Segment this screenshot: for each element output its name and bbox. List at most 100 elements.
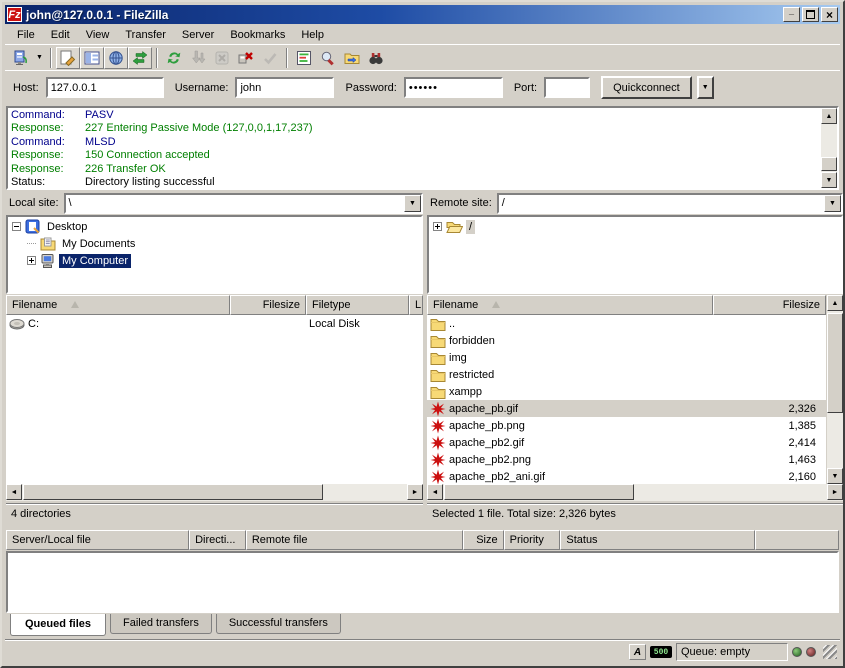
tab-successful-transfers[interactable]: Successful transfers — [216, 614, 341, 634]
local-site-combo[interactable]: \ — [64, 193, 423, 214]
file-row[interactable]: xampp — [427, 383, 826, 400]
column-header-filesize[interactable]: Filesize — [230, 295, 306, 315]
remote-list-hscrollbar[interactable] — [427, 484, 843, 501]
scroll-right-icon[interactable] — [827, 484, 843, 500]
computer-icon — [40, 253, 56, 269]
tree-item[interactable]: My Documents — [8, 235, 421, 252]
tree-item[interactable]: My Computer — [8, 252, 421, 269]
queue-column-priority[interactable]: Priority — [504, 530, 561, 550]
remote-site-combo[interactable]: / — [497, 193, 843, 214]
port-input[interactable] — [544, 77, 590, 98]
expander-plus-icon[interactable] — [27, 256, 36, 265]
cancel-button[interactable] — [210, 47, 234, 69]
close-button[interactable] — [821, 7, 838, 22]
file-row[interactable]: apache_pb2_ani.gif2,160 — [427, 468, 826, 484]
tab-queued-files[interactable]: Queued files — [10, 614, 106, 636]
disconnect-button[interactable] — [234, 47, 258, 69]
tree-item[interactable]: / — [429, 218, 841, 235]
menu-bookmarks[interactable]: Bookmarks — [222, 27, 293, 43]
queue-column-remote-file[interactable]: Remote file — [246, 530, 463, 550]
file-row[interactable]: apache_pb.png1,385 — [427, 417, 826, 434]
tree-item[interactable]: Desktop — [8, 218, 421, 235]
file-name: img — [449, 352, 467, 364]
queue-column-size[interactable]: Size — [463, 530, 504, 550]
queue-column-server-local-file[interactable]: Server/Local file — [6, 530, 189, 550]
process-queue-button[interactable] — [186, 47, 210, 69]
scroll-up-icon[interactable] — [821, 108, 837, 124]
remote-list-vscrollbar[interactable] — [827, 295, 843, 484]
file-row[interactable]: apache_pb2.png1,463 — [427, 451, 826, 468]
ok-button[interactable] — [258, 47, 282, 69]
scroll-left-icon[interactable] — [427, 484, 443, 500]
column-header-filename[interactable]: Filename — [427, 295, 713, 315]
toggle-local-tree-button[interactable] — [80, 47, 104, 69]
image-file-icon — [430, 435, 446, 451]
toggle-transfer-queue-button[interactable] — [128, 47, 152, 69]
file-row[interactable]: forbidden — [427, 332, 826, 349]
speed-limit-badge[interactable]: 500 — [650, 646, 672, 658]
local-site-dropdown-button[interactable] — [404, 195, 421, 212]
username-input[interactable] — [235, 77, 334, 98]
menu-server[interactable]: Server — [174, 27, 222, 43]
message-log: Command:PASVResponse:227 Entering Passiv… — [6, 106, 839, 190]
menu-file[interactable]: File — [9, 27, 43, 43]
menu-view[interactable]: View — [78, 27, 118, 43]
message-log-lines: Command:PASVResponse:227 Entering Passiv… — [11, 109, 819, 187]
scroll-down-icon[interactable] — [827, 468, 843, 484]
toolbar-separator — [50, 48, 52, 68]
host-input[interactable] — [46, 77, 164, 98]
file-name-cell: C: — [6, 318, 230, 330]
file-row[interactable]: C:Local Disk — [6, 315, 423, 332]
ok-icon — [262, 50, 278, 66]
file-row[interactable]: apache_pb.gif2,326 — [427, 400, 826, 417]
password-input[interactable] — [404, 77, 503, 98]
menu-transfer[interactable]: Transfer — [117, 27, 174, 43]
column-header-filetype[interactable]: Filetype — [306, 295, 409, 315]
scroll-thumb[interactable] — [23, 484, 323, 500]
local-list-hscrollbar[interactable] — [6, 484, 423, 501]
column-header-filename[interactable]: Filename — [6, 295, 230, 315]
file-row[interactable]: .. — [427, 315, 826, 332]
column-header-filesize[interactable]: Filesize — [713, 295, 826, 315]
queue-column-status[interactable]: Status — [560, 530, 755, 550]
scroll-right-icon[interactable] — [407, 484, 423, 500]
column-header-l[interactable]: L — [409, 295, 423, 315]
minimize-button[interactable] — [783, 7, 800, 22]
site-manager-dropdown-button[interactable] — [33, 47, 46, 69]
datatype-indicator-icon[interactable]: A — [629, 644, 646, 660]
queue-column-directi-[interactable]: Directi... — [189, 530, 246, 550]
toggle-remote-tree-button[interactable] — [104, 47, 128, 69]
resize-grip[interactable] — [823, 645, 837, 659]
message-log-vscrollbar[interactable] — [821, 108, 837, 188]
scroll-thumb[interactable] — [821, 157, 837, 171]
queue-column-blank[interactable] — [755, 530, 839, 550]
synchronized-browsing-button[interactable] — [340, 47, 364, 69]
quickconnect-button[interactable]: Quickconnect — [601, 76, 692, 99]
image-file-icon — [430, 452, 446, 468]
menu-help[interactable]: Help — [293, 27, 332, 43]
tab-failed-transfers[interactable]: Failed transfers — [110, 614, 212, 634]
refresh-button[interactable] — [162, 47, 186, 69]
find-files-button[interactable] — [364, 47, 388, 69]
scroll-thumb[interactable] — [827, 313, 843, 413]
scroll-left-icon[interactable] — [6, 484, 22, 500]
folder-open-icon — [446, 220, 463, 234]
file-row[interactable]: restricted — [427, 366, 826, 383]
remote-site-dropdown-button[interactable] — [824, 195, 841, 212]
titlebar[interactable]: Fz john@127.0.0.1 - FileZilla — [5, 5, 840, 24]
directory-comparison-button[interactable] — [292, 47, 316, 69]
filter-button[interactable] — [316, 47, 340, 69]
file-row[interactable]: apache_pb2.gif2,414 — [427, 434, 826, 451]
toggle-message-log-button[interactable] — [56, 47, 80, 69]
scroll-up-icon[interactable] — [827, 295, 843, 311]
scroll-thumb[interactable] — [444, 484, 634, 500]
site-manager-button[interactable] — [9, 47, 33, 69]
maximize-button[interactable] — [802, 7, 819, 22]
file-row[interactable]: img — [427, 349, 826, 366]
file-name: apache_pb.gif — [449, 403, 518, 415]
scroll-down-icon[interactable] — [821, 172, 837, 188]
menu-edit[interactable]: Edit — [43, 27, 78, 43]
quickconnect-dropdown-button[interactable]: ▼ — [697, 76, 714, 99]
expander-plus-icon[interactable] — [433, 222, 442, 231]
expander-minus-icon[interactable] — [12, 222, 21, 231]
